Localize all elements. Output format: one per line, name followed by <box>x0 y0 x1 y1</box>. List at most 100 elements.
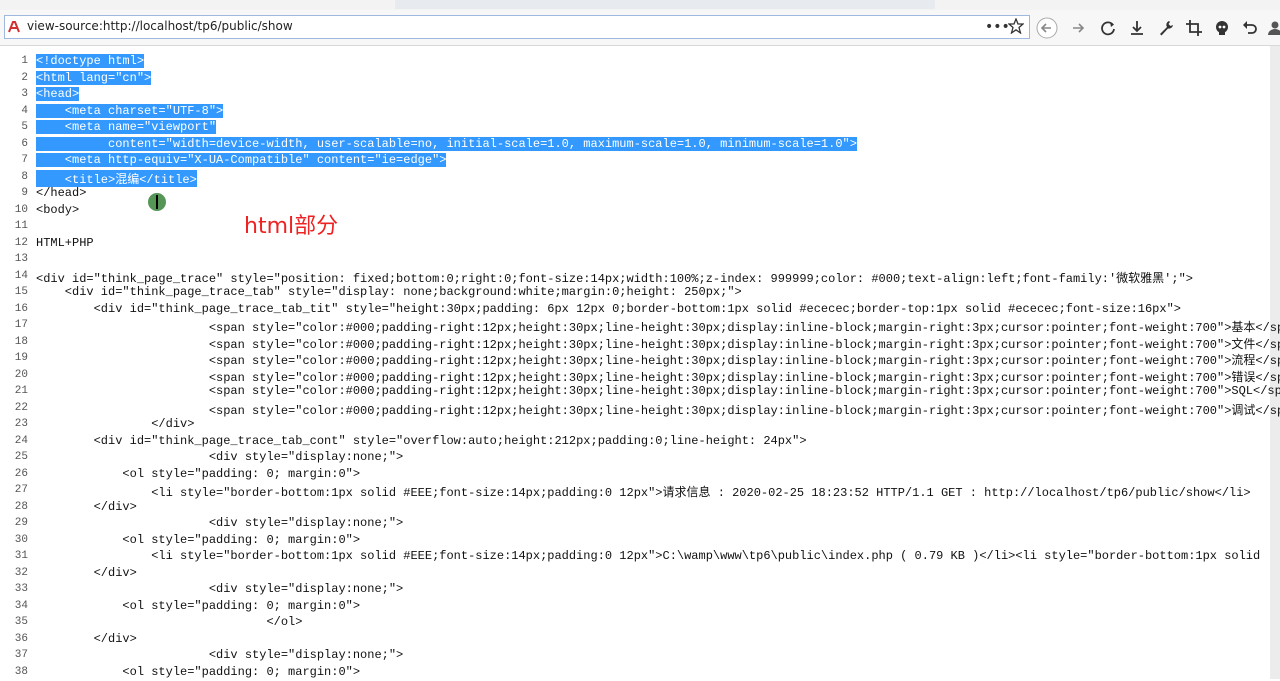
line-number: 11 <box>14 220 28 232</box>
browser-tab[interactable] <box>395 0 935 9</box>
line-code: <div style="display:none;"> <box>36 450 404 464</box>
tab-strip <box>0 0 1280 10</box>
line-code: <div style="display:none;"> <box>36 516 404 530</box>
reload-icon <box>1101 21 1115 36</box>
url-text: view-source:http://localhost/tp6/public/… <box>27 19 293 33</box>
developer-tools-button[interactable] <box>1155 17 1177 39</box>
line-number: 14 <box>14 269 28 282</box>
line-code: <div id="think_page_trace" style="positi… <box>36 271 1193 286</box>
line-code: </ol> <box>36 615 303 629</box>
forward-button[interactable] <box>1067 17 1089 39</box>
navigation-bar: view-source:http://localhost/tp6/public/… <box>0 10 1280 46</box>
line-number: 26 <box>14 467 28 480</box>
line-number: 9 <box>21 187 28 199</box>
line-number: 28 <box>14 500 28 513</box>
line-code: </div> <box>36 417 195 431</box>
undo-icon <box>1243 21 1257 34</box>
line-number: 10 <box>14 203 28 216</box>
line-code: <ol style="padding: 0; margin:0"> <box>36 664 361 679</box>
line-number: 4 <box>21 104 28 117</box>
line-code: <span style="color:#000;padding-right:12… <box>36 354 1280 368</box>
line-code: <span style="color:#000;padding-right:12… <box>36 321 1280 335</box>
line-code: <html lang="cn"> <box>36 70 152 85</box>
line-code: <span style="color:#000;padding-right:12… <box>36 370 1280 385</box>
wrench-icon <box>1160 21 1173 36</box>
line-number: 7 <box>21 154 28 166</box>
line-number: 12 <box>14 236 28 249</box>
line-number: 15 <box>14 286 28 298</box>
line-code: content="width=device-width, user-scalab… <box>36 136 857 151</box>
line-number: 37 <box>14 649 28 661</box>
back-arrow-icon <box>1036 17 1058 39</box>
extension-button[interactable] <box>1211 17 1233 39</box>
line-number: 38 <box>14 665 28 678</box>
line-code: <li style="border-bottom:1px solid #EEE;… <box>36 549 1261 563</box>
line-code: <span style="color:#000;padding-right:12… <box>36 337 1280 352</box>
line-number: 29 <box>14 517 28 529</box>
crop-icon <box>1186 20 1202 36</box>
line-number: 6 <box>21 137 28 150</box>
line-code: </div> <box>36 565 137 580</box>
line-code: </div> <box>36 631 137 646</box>
line-code: <meta charset="UTF-8"> <box>36 103 224 118</box>
line-number: 36 <box>14 632 28 645</box>
extension-button-2[interactable] <box>1264 17 1280 39</box>
line-code: <body> <box>36 202 80 217</box>
line-number: 17 <box>14 319 28 331</box>
line-code: <span style="color:#000;padding-right:12… <box>36 403 1280 418</box>
line-code: <li style="border-bottom:1px solid #EEE;… <box>36 486 1251 500</box>
line-code: <ol style="padding: 0; margin:0"> <box>36 598 361 613</box>
line-number: 2 <box>21 71 28 84</box>
line-number: 31 <box>14 550 28 562</box>
line-number: 24 <box>14 434 28 447</box>
line-code: <ol style="padding: 0; margin:0"> <box>36 466 361 481</box>
line-code: <div style="display:none;"> <box>36 648 404 662</box>
line-number: 22 <box>14 401 28 414</box>
text-cursor-icon <box>156 195 158 209</box>
back-button[interactable] <box>1036 17 1058 39</box>
line-code: <meta http-equiv="X-UA-Compatible" conte… <box>36 153 447 167</box>
line-number: 8 <box>21 170 28 183</box>
line-code: <head> <box>36 87 80 101</box>
forward-arrow-icon <box>1073 23 1085 33</box>
downloads-button[interactable] <box>1126 17 1148 39</box>
line-number: 32 <box>14 566 28 579</box>
line-number: 27 <box>14 484 28 496</box>
reload-button[interactable] <box>1097 17 1119 39</box>
line-code: <meta name="viewport" <box>36 120 217 134</box>
annotation-label: html部分 <box>244 214 339 239</box>
bookmark-star-icon[interactable] <box>1008 18 1024 34</box>
line-number: 20 <box>14 368 28 381</box>
line-code: <div id="think_page_trace_tab_cont" styl… <box>36 433 807 448</box>
line-code: <div id="think_page_trace_tab" style="di… <box>36 285 742 299</box>
line-code: </head> <box>36 186 87 200</box>
download-icon <box>1131 21 1143 35</box>
line-code: <span style="color:#000;padding-right:12… <box>36 384 1280 398</box>
line-number: 1 <box>21 55 28 67</box>
line-number: 23 <box>14 418 28 430</box>
line-number: 30 <box>14 533 28 546</box>
line-code: <title>混编</title> <box>36 169 197 187</box>
site-favicon-icon <box>7 20 21 34</box>
line-number: 21 <box>14 385 28 397</box>
line-code: <div style="display:none;"> <box>36 582 404 596</box>
line-number: 35 <box>14 616 28 628</box>
line-number: 34 <box>14 599 28 612</box>
url-field[interactable]: view-source:http://localhost/tp6/public/… <box>4 15 1030 39</box>
line-number: 25 <box>14 451 28 463</box>
line-code: <div id="think_page_trace_tab_tit" style… <box>36 301 1181 316</box>
screenshot-button[interactable] <box>1183 17 1205 39</box>
line-code: HTML+PHP <box>36 235 94 250</box>
line-number: 13 <box>14 253 28 265</box>
line-code: <!doctype html> <box>36 54 145 68</box>
line-number: 16 <box>14 302 28 315</box>
line-number: 5 <box>21 121 28 133</box>
undo-close-tab-button[interactable] <box>1238 17 1260 39</box>
page-actions-button[interactable]: ••• <box>985 19 1010 35</box>
user-icon <box>1268 21 1280 35</box>
line-number: 19 <box>14 352 28 364</box>
line-number: 18 <box>14 335 28 348</box>
line-number: 33 <box>14 583 28 595</box>
line-code: <ol style="padding: 0; margin:0"> <box>36 532 361 547</box>
line-number: 3 <box>21 88 28 100</box>
